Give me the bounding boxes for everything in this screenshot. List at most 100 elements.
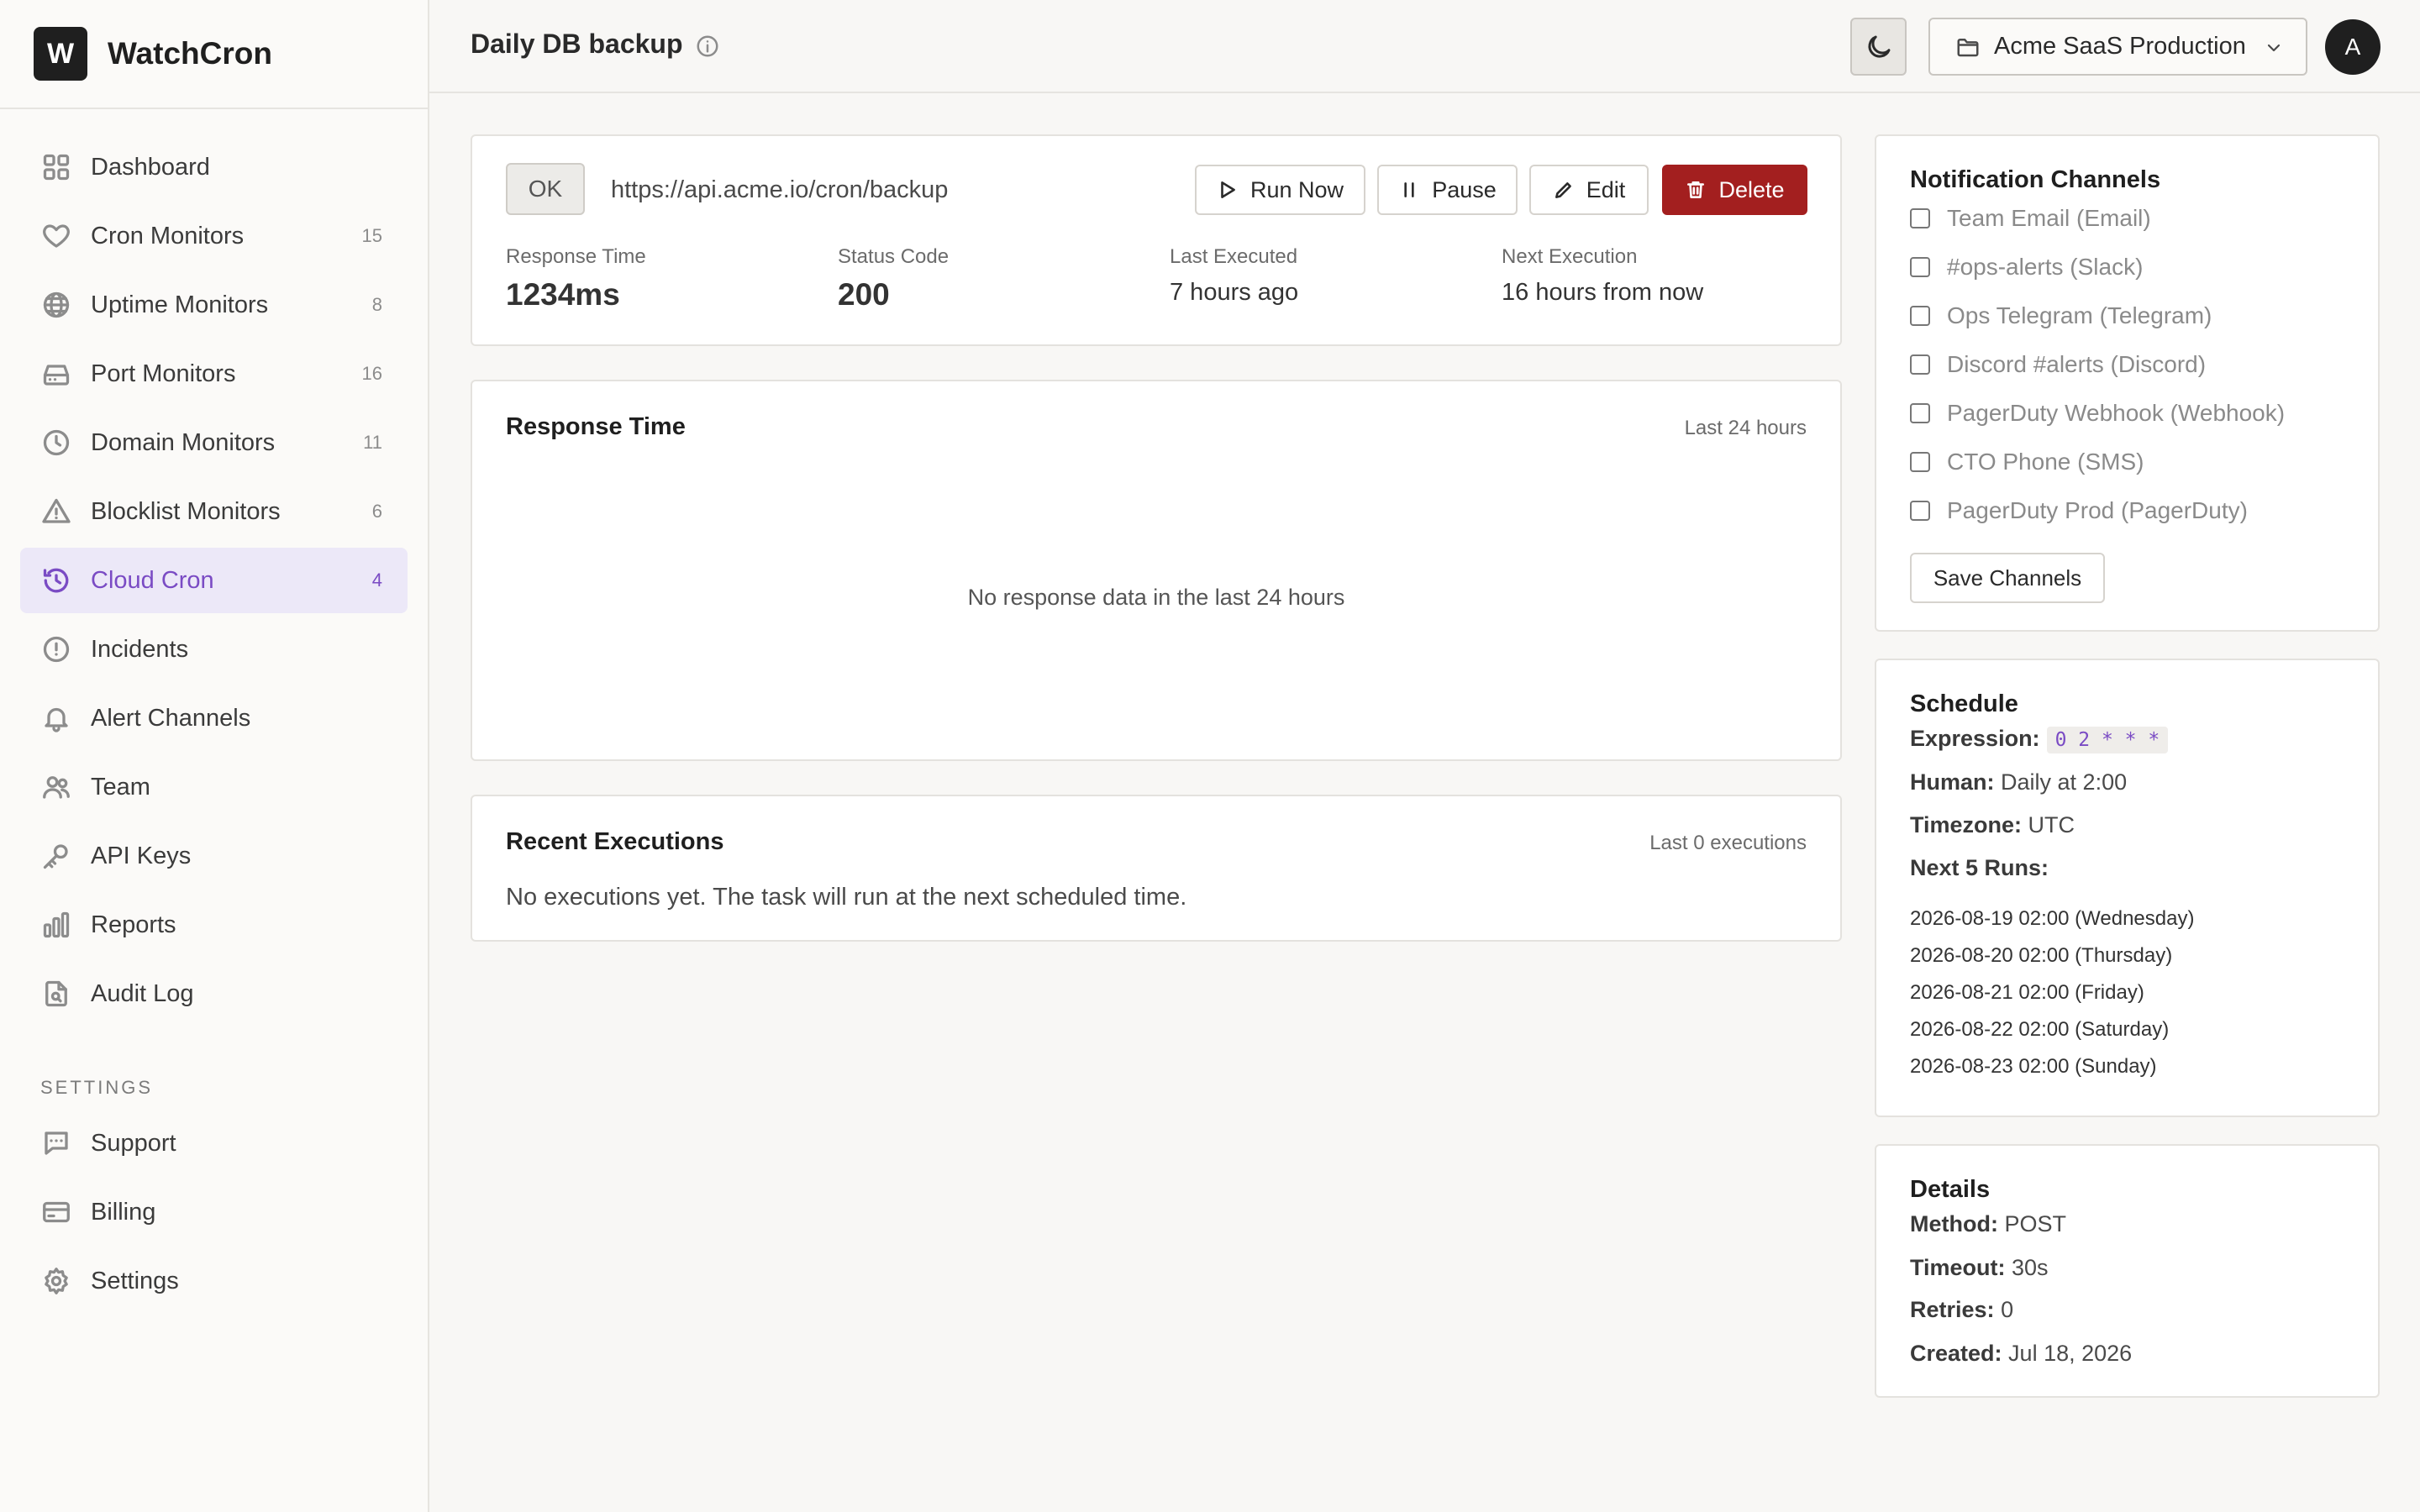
next-run-item: 2026-08-23 02:00 (Sunday) <box>1910 1055 2157 1078</box>
details-card: Details Method: POST Timeout: 30s Retrie… <box>1875 1144 2380 1398</box>
recent-executions-title: Recent Executions <box>506 828 724 855</box>
channel-option[interactable]: Discord #alerts (Discord) <box>1910 351 2206 378</box>
sidebar-item-team[interactable]: Team <box>20 754 408 820</box>
brand[interactable]: W WatchCron <box>0 0 428 109</box>
method-value: POST <box>2004 1211 2066 1236</box>
pause-button[interactable]: Pause <box>1377 165 1518 215</box>
channel-checkbox[interactable] <box>1910 501 1930 521</box>
channel-option[interactable]: Team Email (Email) <box>1910 205 2151 232</box>
sidebar-item-alert-channels[interactable]: Alert Channels <box>20 685 408 751</box>
notification-channels-title: Notification Channels <box>1910 166 2161 193</box>
server-icon <box>40 358 72 390</box>
stat-label: Next Execution <box>1502 245 1638 268</box>
brand-name: WatchCron <box>108 36 272 71</box>
stat-value: 16 hours from now <box>1502 279 1704 306</box>
sidebar: W WatchCron Dashboard Cron Monitors 15 U… <box>0 0 429 1512</box>
delete-button[interactable]: Delete <box>1662 165 1807 215</box>
channel-checkbox[interactable] <box>1910 257 1930 277</box>
recent-executions-count: Last 0 executions <box>1649 832 1807 854</box>
avatar[interactable]: A <box>2325 19 2381 75</box>
sidebar-item-reports[interactable]: Reports <box>20 892 408 958</box>
stat-value: 1234ms <box>506 277 620 312</box>
sidebar-item-audit-log[interactable]: Audit Log <box>20 961 408 1026</box>
message-icon <box>40 1127 72 1159</box>
sidebar-item-uptime-monitors[interactable]: Uptime Monitors 8 <box>20 272 408 338</box>
channel-option[interactable]: PagerDuty Webhook (Webhook) <box>1910 400 2285 427</box>
sidebar-item-label: Audit Log <box>91 979 194 1007</box>
folder-icon <box>1957 38 1979 56</box>
sidebar-item-blocklist-monitors[interactable]: Blocklist Monitors 6 <box>20 479 408 544</box>
stat-response-time: Response Time 1234ms <box>506 245 646 312</box>
grid-icon <box>40 151 72 183</box>
sidebar-item-label: Reports <box>91 911 176 938</box>
sidebar-item-count: 16 <box>361 363 382 384</box>
human-label: Human: <box>1910 769 1995 795</box>
organization-select[interactable]: Acme SaaS Production <box>1928 18 2307 76</box>
channel-label: Team Email (Email) <box>1947 205 2151 231</box>
sidebar-item-label: Billing <box>91 1198 156 1226</box>
save-channels-button[interactable]: Save Channels <box>1910 553 2105 603</box>
run-now-button[interactable]: Run Now <box>1195 165 1365 215</box>
channel-checkbox[interactable] <box>1910 354 1930 375</box>
channel-option[interactable]: Ops Telegram (Telegram) <box>1910 302 2212 329</box>
sidebar-item-label: Cron Monitors <box>91 222 245 249</box>
channel-option[interactable]: PagerDuty Prod (PagerDuty) <box>1910 497 2248 524</box>
next-run-item: 2026-08-22 02:00 (Saturday) <box>1910 1018 2170 1041</box>
schedule-expression: Expression: 0 2 * * * <box>1910 726 2169 753</box>
sidebar-item-label: Cloud Cron <box>91 566 214 594</box>
sidebar-item-label: Port Monitors <box>91 360 236 387</box>
sidebar-item-billing[interactable]: Billing <box>20 1179 408 1245</box>
pause-label: Pause <box>1432 176 1497 202</box>
clock-icon <box>40 427 72 459</box>
sidebar-item-support[interactable]: Support <box>20 1110 408 1176</box>
channel-option[interactable]: CTO Phone (SMS) <box>1910 449 2144 475</box>
sidebar-item-label: Dashboard <box>91 153 210 181</box>
status-badge: OK <box>506 163 585 215</box>
sidebar-item-label: Uptime Monitors <box>91 291 269 318</box>
credit-card-icon <box>40 1196 72 1228</box>
details-title: Details <box>1910 1176 1991 1203</box>
recent-executions-empty-message: No executions yet. The task will run at … <box>506 884 1187 911</box>
bar-chart-icon <box>40 909 72 941</box>
theme-toggle-button[interactable] <box>1850 18 1907 76</box>
sidebar-item-domain-monitors[interactable]: Domain Monitors 11 <box>20 410 408 475</box>
detail-timeout: Timeout: 30s <box>1910 1255 2049 1281</box>
key-icon <box>40 840 72 872</box>
channel-checkbox[interactable] <box>1910 452 1930 472</box>
edit-button[interactable]: Edit <box>1529 165 1649 215</box>
sidebar-item-port-monitors[interactable]: Port Monitors 16 <box>20 341 408 407</box>
channel-option[interactable]: #ops-alerts (Slack) <box>1910 254 2143 281</box>
pencil-icon <box>1555 182 1571 198</box>
sidebar-item-api-keys[interactable]: API Keys <box>20 823 408 889</box>
channel-label: Discord #alerts (Discord) <box>1947 351 2207 377</box>
heart-icon <box>40 220 72 252</box>
users-icon <box>40 771 72 803</box>
created-label: Created: <box>1910 1341 2002 1366</box>
sidebar-item-incidents[interactable]: Incidents <box>20 617 408 682</box>
channel-checkbox[interactable] <box>1910 306 1930 326</box>
channel-label: Ops Telegram (Telegram) <box>1947 302 2212 328</box>
file-search-icon <box>40 978 72 1010</box>
sidebar-item-cloud-cron[interactable]: Cloud Cron 4 <box>20 548 408 613</box>
edit-label: Edit <box>1586 176 1626 202</box>
stat-next-execution: Next Execution 16 hours from now <box>1502 245 1703 307</box>
stat-label: Response Time <box>506 245 646 268</box>
sidebar-item-dashboard[interactable]: Dashboard <box>20 134 408 200</box>
channel-checkbox[interactable] <box>1910 208 1930 228</box>
channel-label: PagerDuty Webhook (Webhook) <box>1947 400 2286 426</box>
notification-channels-card: Notification Channels Team Email (Email)… <box>1875 134 2380 632</box>
brand-logo: W <box>34 27 87 81</box>
sidebar-item-settings[interactable]: Settings <box>20 1248 408 1314</box>
response-time-empty-message: No response data in the last 24 hours <box>967 585 1345 610</box>
sidebar-item-cron-monitors[interactable]: Cron Monitors 15 <box>20 203 408 269</box>
channel-label: PagerDuty Prod (PagerDuty) <box>1947 497 2248 523</box>
stat-value: 7 hours ago <box>1170 279 1299 306</box>
channel-checkbox[interactable] <box>1910 403 1930 423</box>
info-icon[interactable] <box>695 34 720 59</box>
method-label: Method: <box>1910 1211 1998 1236</box>
channel-label: CTO Phone (SMS) <box>1947 449 2144 475</box>
sidebar-item-count: 15 <box>361 225 382 246</box>
clock-history-icon <box>40 564 72 596</box>
monitor-summary-card: OK https://api.acme.io/cron/backup Run N… <box>471 134 1842 346</box>
delete-label: Delete <box>1718 176 1785 202</box>
